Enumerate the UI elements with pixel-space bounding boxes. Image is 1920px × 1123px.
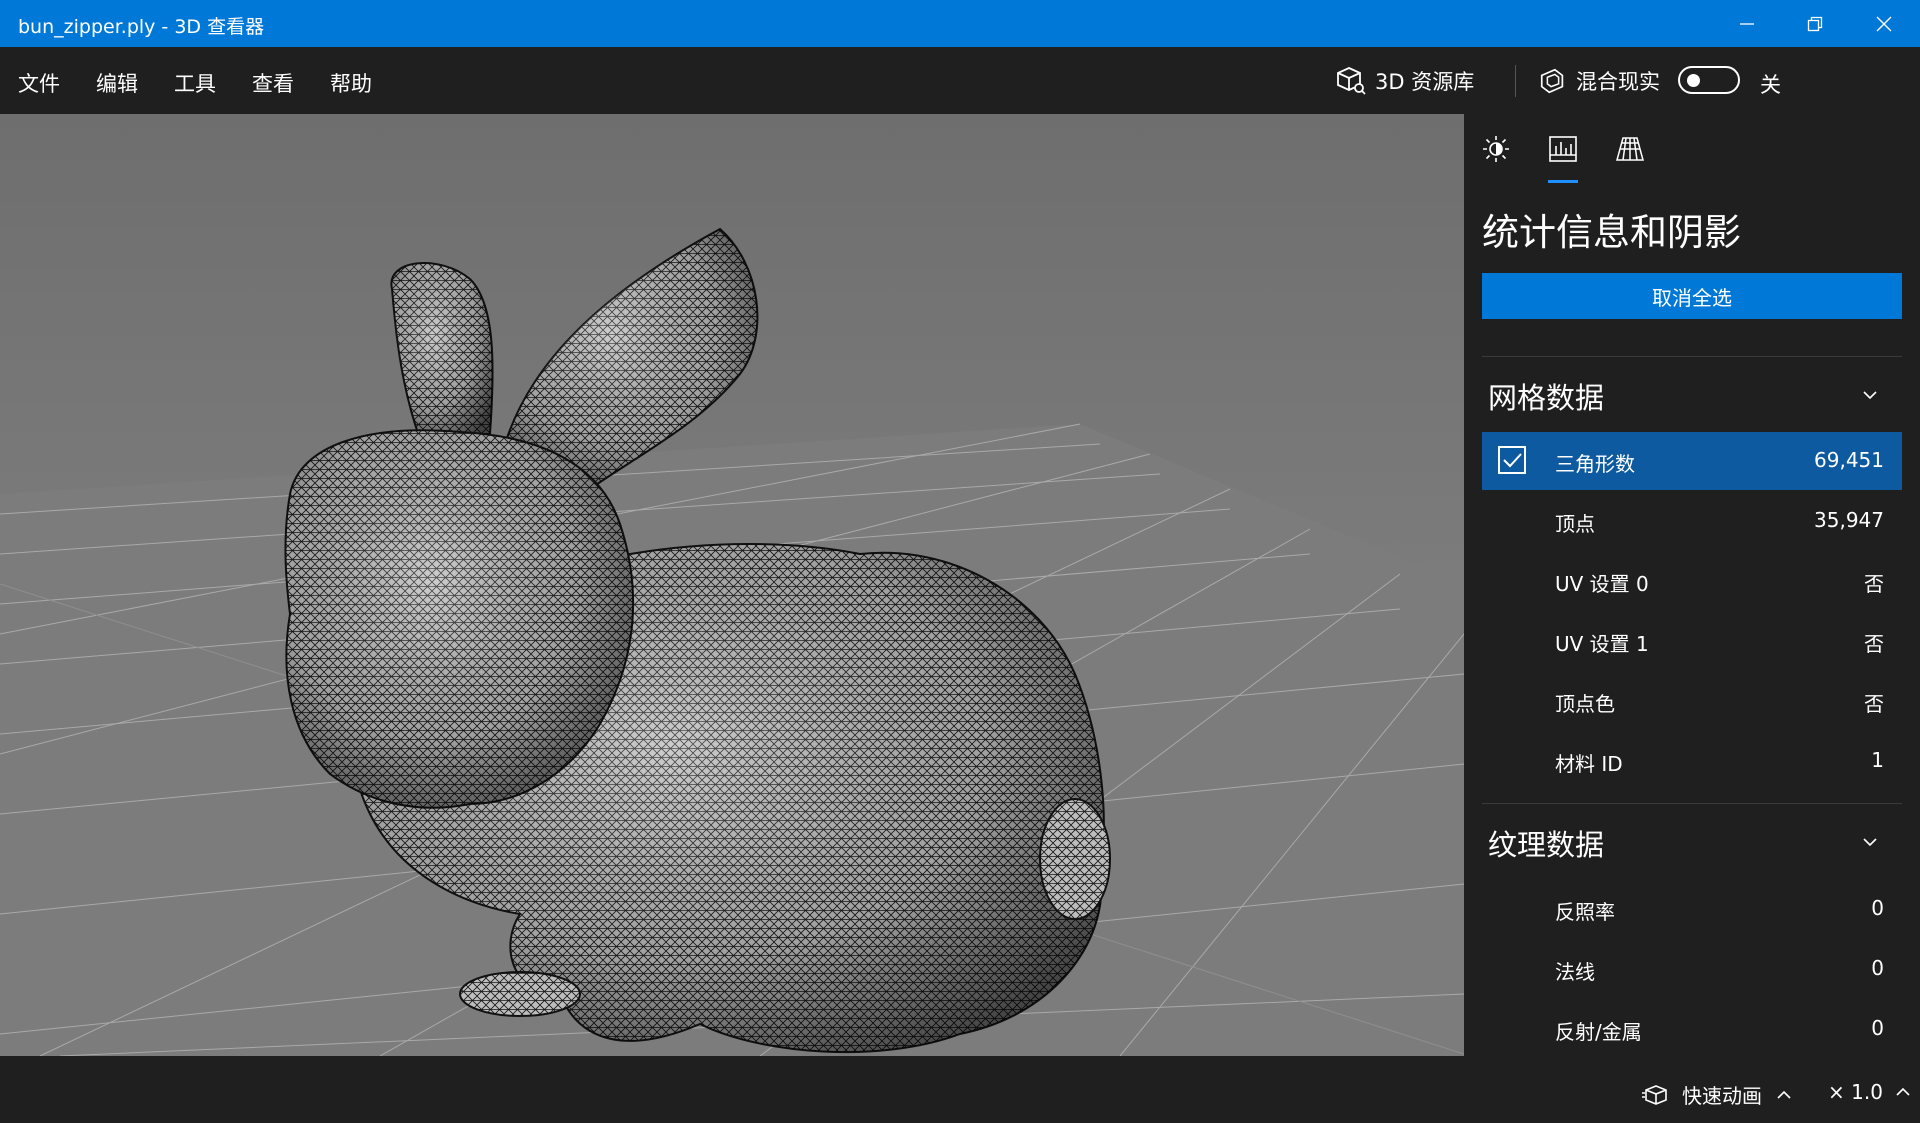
row-value: 1 <box>1871 748 1884 772</box>
texture-row-normal[interactable]: 法线 0 <box>1482 940 1902 998</box>
texture-section-title[interactable]: 纹理数据 <box>1488 822 1604 864</box>
panel-title: 统计信息和阴影 <box>1482 211 1741 254</box>
menu-tools[interactable]: 工具 <box>174 68 216 98</box>
row-value: 否 <box>1864 572 1884 596</box>
title-bar: bun_zipper.ply - 3D 查看器 <box>0 0 1920 47</box>
row-value: 否 <box>1864 692 1884 716</box>
menu-file[interactable]: 文件 <box>18 68 60 98</box>
chevron-up-icon <box>1777 1090 1791 1099</box>
menu-view[interactable]: 查看 <box>252 68 294 98</box>
restore-button[interactable] <box>1781 0 1849 47</box>
status-bar: 快速动画 × 1.0 <box>0 1056 1920 1123</box>
mesh-section-title[interactable]: 网格数据 <box>1488 375 1604 417</box>
chevron-down-icon[interactable] <box>1862 387 1878 403</box>
close-icon <box>1876 16 1892 31</box>
row-label: UV 设置 1 <box>1555 632 1649 656</box>
speed-button[interactable]: × 1.0 <box>1828 1080 1911 1104</box>
restore-icon <box>1807 16 1823 31</box>
speed-label: × 1.0 <box>1828 1080 1883 1104</box>
row-label: 顶点色 <box>1555 692 1615 716</box>
mixed-reality-button[interactable]: 混合现实 <box>1538 63 1660 99</box>
toggle-state-label: 关 <box>1760 73 1781 97</box>
window-title: bun_zipper.ply - 3D 查看器 <box>18 16 265 38</box>
mesh-row-vertex-color[interactable]: 顶点色 否 <box>1482 672 1902 730</box>
row-label: UV 设置 0 <box>1555 572 1649 596</box>
mixed-reality-icon <box>1540 68 1564 94</box>
chevron-up-icon <box>1896 1087 1910 1096</box>
grid-icon <box>1616 137 1644 161</box>
3d-library-label: 3D 资源库 <box>1375 70 1475 94</box>
toolbar-separator <box>1515 65 1516 97</box>
row-value: 0 <box>1871 956 1884 980</box>
tab-lighting[interactable] <box>1478 131 1514 167</box>
minimize-button[interactable] <box>1713 0 1781 47</box>
section-divider <box>1482 803 1902 804</box>
active-tab-indicator <box>1548 180 1578 183</box>
animation-cube-icon <box>1642 1084 1667 1105</box>
mesh-row-uv0[interactable]: UV 设置 0 否 <box>1482 552 1902 610</box>
row-label: 反射/金属 <box>1555 1020 1642 1044</box>
model-canvas[interactable] <box>0 114 1464 1056</box>
minimize-icon <box>1740 22 1754 25</box>
mesh-row-triangles[interactable]: 三角形数 69,451 <box>1482 432 1902 490</box>
mesh-row-vertices[interactable]: 顶点 35,947 <box>1482 492 1902 550</box>
mixed-reality-toggle[interactable] <box>1678 66 1740 94</box>
menu-edit[interactable]: 编辑 <box>96 68 138 98</box>
row-value: 0 <box>1871 1016 1884 1040</box>
texture-row-albedo[interactable]: 反照率 0 <box>1482 880 1902 938</box>
row-value: 35,947 <box>1814 508 1884 532</box>
chevron-down-icon[interactable] <box>1862 834 1878 850</box>
row-label: 三角形数 <box>1555 452 1635 476</box>
3d-library-button[interactable]: 3D 资源库 <box>1335 63 1474 99</box>
3d-library-icon <box>1337 67 1366 95</box>
tab-statistics[interactable] <box>1545 131 1581 167</box>
quick-animation-button[interactable]: 快速动画 <box>1642 1080 1792 1109</box>
menu-help[interactable]: 帮助 <box>330 68 372 98</box>
mixed-reality-label: 混合现实 <box>1576 70 1660 94</box>
row-value: 69,451 <box>1814 448 1884 472</box>
toggle-knob <box>1687 74 1700 87</box>
row-value: 否 <box>1864 632 1884 656</box>
row-value: 0 <box>1871 896 1884 920</box>
stats-icon <box>1549 136 1577 162</box>
texture-row-reflect-metal[interactable]: 反射/金属 0 <box>1482 1000 1902 1056</box>
row-label: 材料 ID <box>1555 752 1623 776</box>
checkbox-icon[interactable] <box>1498 446 1526 474</box>
quick-animation-label: 快速动画 <box>1682 1084 1762 1108</box>
row-label: 反照率 <box>1555 900 1615 924</box>
close-button[interactable] <box>1850 0 1918 47</box>
deselect-all-button[interactable]: 取消全选 <box>1482 273 1902 319</box>
row-label: 法线 <box>1555 960 1595 984</box>
3d-viewport[interactable] <box>0 114 1464 1056</box>
mesh-row-uv1[interactable]: UV 设置 1 否 <box>1482 612 1902 670</box>
row-label: 顶点 <box>1555 512 1595 536</box>
lighting-icon <box>1483 136 1509 162</box>
section-divider <box>1482 356 1902 357</box>
tab-grid[interactable] <box>1612 131 1648 167</box>
mesh-row-material-id[interactable]: 材料 ID 1 <box>1482 732 1902 790</box>
